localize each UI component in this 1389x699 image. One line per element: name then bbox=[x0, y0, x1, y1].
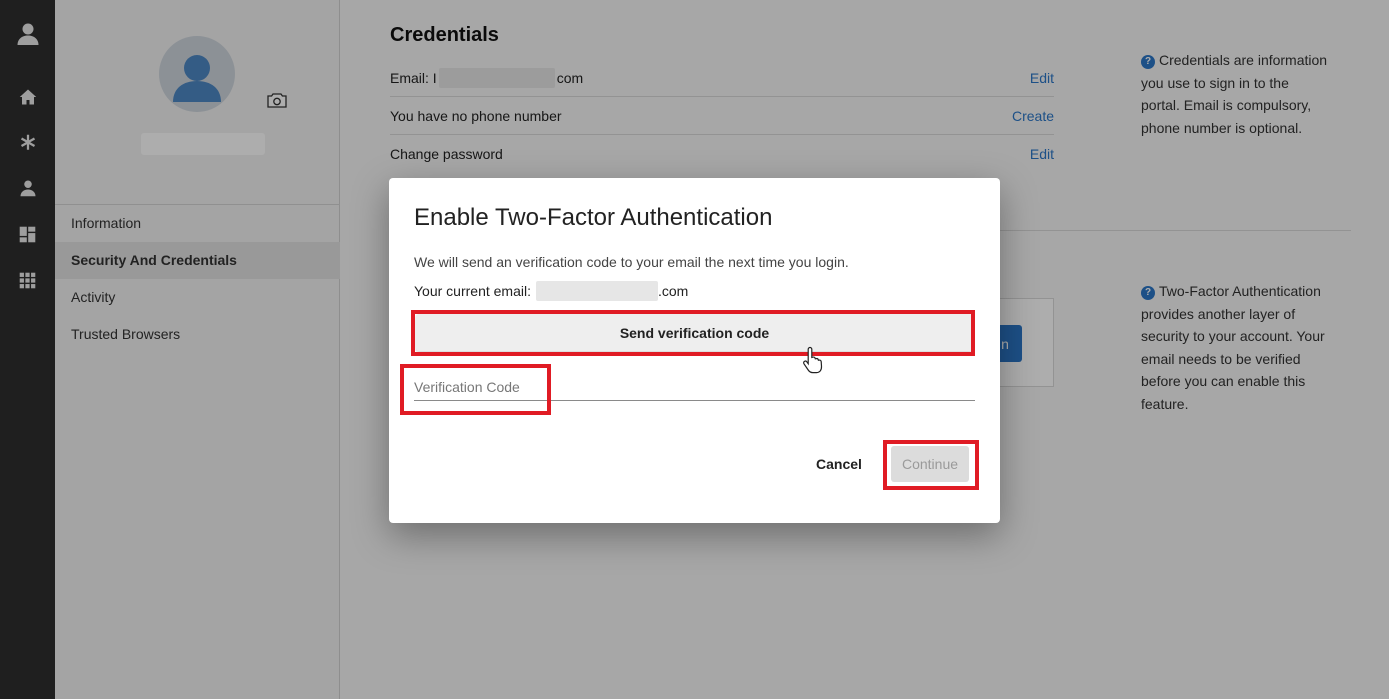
cancel-button[interactable]: Cancel bbox=[809, 451, 869, 477]
highlight-send-code bbox=[411, 310, 975, 356]
dialog-title: Enable Two-Factor Authentication bbox=[414, 204, 773, 231]
highlight-continue bbox=[883, 440, 979, 490]
highlight-verification-code bbox=[400, 364, 551, 415]
current-email: Your current email: .com bbox=[414, 281, 688, 301]
hand-cursor-icon bbox=[802, 346, 826, 379]
current-email-label: Your current email: bbox=[414, 283, 531, 299]
current-email-domain: .com bbox=[657, 283, 689, 299]
dialog-description: We will send an verification code to you… bbox=[414, 254, 849, 270]
current-email-redacted bbox=[535, 281, 658, 301]
